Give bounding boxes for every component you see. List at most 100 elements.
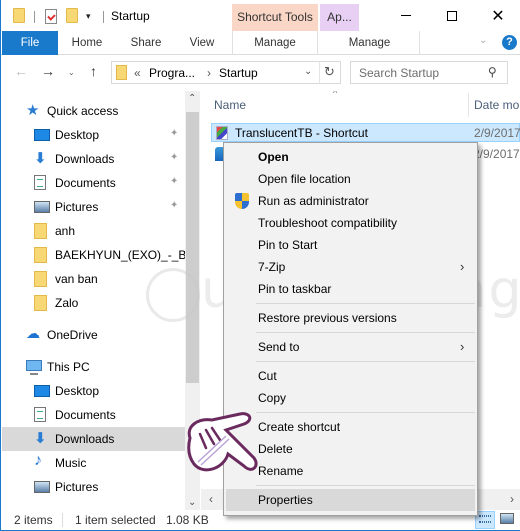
file-row[interactable]: TranslucentTB - Shortcut 2/9/2017: [211, 123, 520, 142]
sidebar-item-documents[interactable]: Documents ✦: [2, 171, 186, 195]
recent-locations-button[interactable]: ⌄: [68, 68, 75, 77]
qat-separator: [34, 11, 35, 23]
sidebar-item-music[interactable]: ♪ Music: [2, 451, 186, 475]
menu-item-label: Properties: [258, 493, 313, 507]
search-icon[interactable]: ⚲: [488, 65, 497, 79]
submenu-arrow-icon: ›: [460, 339, 465, 354]
sidebar-item-desktop[interactable]: Desktop ✦: [2, 123, 186, 147]
column-header-name[interactable]: Name: [214, 98, 246, 112]
menu-item-7-zip[interactable]: 7-Zip ›: [226, 256, 475, 278]
maximize-icon: [447, 10, 457, 21]
sidebar-item-documents[interactable]: Documents: [2, 403, 186, 427]
file-date: 2/9/2017: [473, 147, 520, 161]
properties-quick-icon[interactable]: [45, 9, 57, 24]
tab-file[interactable]: File: [2, 31, 58, 55]
sidebar-item-label: Pictures: [55, 200, 99, 214]
sidebar-item-label: Quick access: [47, 104, 119, 118]
scroll-right-icon[interactable]: ›: [510, 492, 514, 506]
menu-item-copy[interactable]: Copy: [226, 387, 475, 409]
sidebar-item-onedrive[interactable]: ☁ OneDrive: [2, 323, 186, 347]
menu-item-label: Create shortcut: [258, 420, 341, 434]
breadcrumb-overflow[interactable]: «: [134, 66, 141, 80]
scroll-up-icon[interactable]: ⌃: [188, 93, 196, 104]
sidebar-item-zalo[interactable]: Zalo: [2, 291, 186, 315]
menu-item-restore-previous-versions[interactable]: Restore previous versions: [226, 307, 475, 329]
column-divider[interactable]: [468, 93, 469, 117]
details-view-icon: [479, 515, 491, 517]
tab-share[interactable]: Share: [116, 31, 176, 55]
navigation-pane-scrollbar[interactable]: ⌃ ⌄: [185, 91, 200, 510]
menu-item-label: Pin to Start: [258, 238, 318, 252]
sidebar-item-downloads[interactable]: ⬇ Downloads ✦: [2, 147, 186, 171]
minimize-button[interactable]: [383, 0, 429, 31]
pin-icon: ✦: [170, 128, 179, 139]
breadcrumb-separator: ›: [207, 66, 211, 80]
sort-ascending-icon: ^: [333, 91, 338, 98]
scroll-left-icon[interactable]: ‹: [209, 492, 213, 506]
menu-item-pin-to-start[interactable]: Pin to Start: [226, 234, 475, 256]
details-view-button[interactable]: [475, 511, 495, 529]
menu-item-pin-to-taskbar[interactable]: Pin to taskbar: [226, 278, 475, 300]
menu-item-cut[interactable]: Cut: [226, 365, 475, 387]
menu-item-rename[interactable]: Rename: [226, 460, 475, 482]
sidebar-item-label: OneDrive: [47, 328, 98, 342]
maximize-button[interactable]: [429, 0, 475, 31]
scrollbar-thumb[interactable]: [186, 112, 199, 383]
tab-manage-shortcut[interactable]: Manage: [232, 31, 318, 55]
menu-item-create-shortcut[interactable]: Create shortcut: [226, 416, 475, 438]
menu-item-troubleshoot-compatibility[interactable]: Troubleshoot compatibility: [226, 212, 475, 234]
sidebar-item-desktop[interactable]: Desktop: [2, 379, 186, 403]
large-icons-view-button[interactable]: [500, 513, 514, 524]
menu-item-run-as-administrator[interactable]: Run as administrator: [226, 190, 475, 212]
menu-item-label: Copy: [258, 391, 287, 405]
up-button[interactable]: ↑: [90, 63, 97, 79]
menu-item-open-file-location[interactable]: Open file location: [226, 168, 475, 190]
navigation-bar: ← → ⌄ ↑ « Progra... › Startup ⌄ ↻ Search…: [1, 55, 520, 91]
forward-button[interactable]: →: [41, 63, 55, 79]
folder-icon: [34, 223, 47, 239]
sidebar-item-pictures[interactable]: Pictures ✦: [2, 195, 186, 219]
menu-item-send-to[interactable]: Send to ›: [226, 336, 475, 358]
sidebar-item-baekhyun-exo-bea[interactable]: BAEKHYUN_(EXO)_-_Bea: [2, 243, 200, 267]
tab-manage-app[interactable]: Manage: [320, 31, 420, 55]
tab-home[interactable]: Home: [59, 31, 115, 55]
new-folder-quick-icon[interactable]: [66, 8, 78, 23]
menu-item-label: Restore previous versions: [258, 311, 397, 325]
downloads-icon: ⬇: [34, 150, 47, 167]
pin-icon: ✦: [170, 152, 179, 163]
menu-separator: [256, 485, 475, 486]
sidebar-item-this-pc[interactable]: This PC: [2, 355, 186, 379]
sidebar-item-downloads[interactable]: ⬇ Downloads: [2, 427, 186, 451]
menu-item-open[interactable]: Open: [226, 146, 475, 168]
qat-separator: [103, 11, 104, 23]
expand-ribbon-icon[interactable]: ⌄: [479, 35, 487, 46]
tab-view[interactable]: View: [177, 31, 227, 55]
address-bar[interactable]: « Progra... › Startup ⌄ ↻: [111, 61, 341, 84]
file-explorer-window: ▾ Startup Shortcut Tools Ap... ✕ File Ho…: [0, 0, 520, 531]
address-dropdown-icon[interactable]: ⌄: [304, 66, 312, 77]
breadcrumb-programs[interactable]: Progra...: [149, 66, 195, 80]
sidebar-item-anh[interactable]: anh: [2, 219, 186, 243]
menu-item-properties[interactable]: Properties: [226, 489, 475, 511]
breadcrumb-startup[interactable]: Startup: [219, 66, 258, 80]
selection-count: 1 item selected: [75, 513, 156, 527]
sidebar-item-pictures[interactable]: Pictures: [2, 475, 186, 499]
help-icon[interactable]: ?: [502, 35, 517, 50]
search-input[interactable]: Search Startup ⚲: [350, 61, 508, 84]
address-divider: [319, 62, 320, 83]
column-header-date-modified[interactable]: Date mo: [474, 98, 519, 112]
menu-item-label: Cut: [258, 369, 277, 383]
close-button[interactable]: ✕: [475, 0, 520, 31]
menu-item-delete[interactable]: Delete: [226, 438, 475, 460]
back-button[interactable]: ←: [14, 63, 28, 79]
folder-icon: [34, 295, 47, 311]
sidebar-item-label: Pictures: [55, 480, 99, 494]
sidebar-item-quick-access[interactable]: ★ Quick access: [2, 99, 186, 123]
sidebar-item-van-ban[interactable]: van ban: [2, 267, 186, 291]
desktop-icon: [34, 385, 50, 397]
refresh-icon[interactable]: ↻: [324, 64, 335, 80]
customize-qat-dropdown-icon[interactable]: ▾: [86, 11, 91, 22]
scroll-down-icon[interactable]: ⌄: [188, 497, 196, 508]
menu-item-label: 7-Zip: [258, 260, 286, 274]
music-icon: ♪: [34, 452, 42, 469]
